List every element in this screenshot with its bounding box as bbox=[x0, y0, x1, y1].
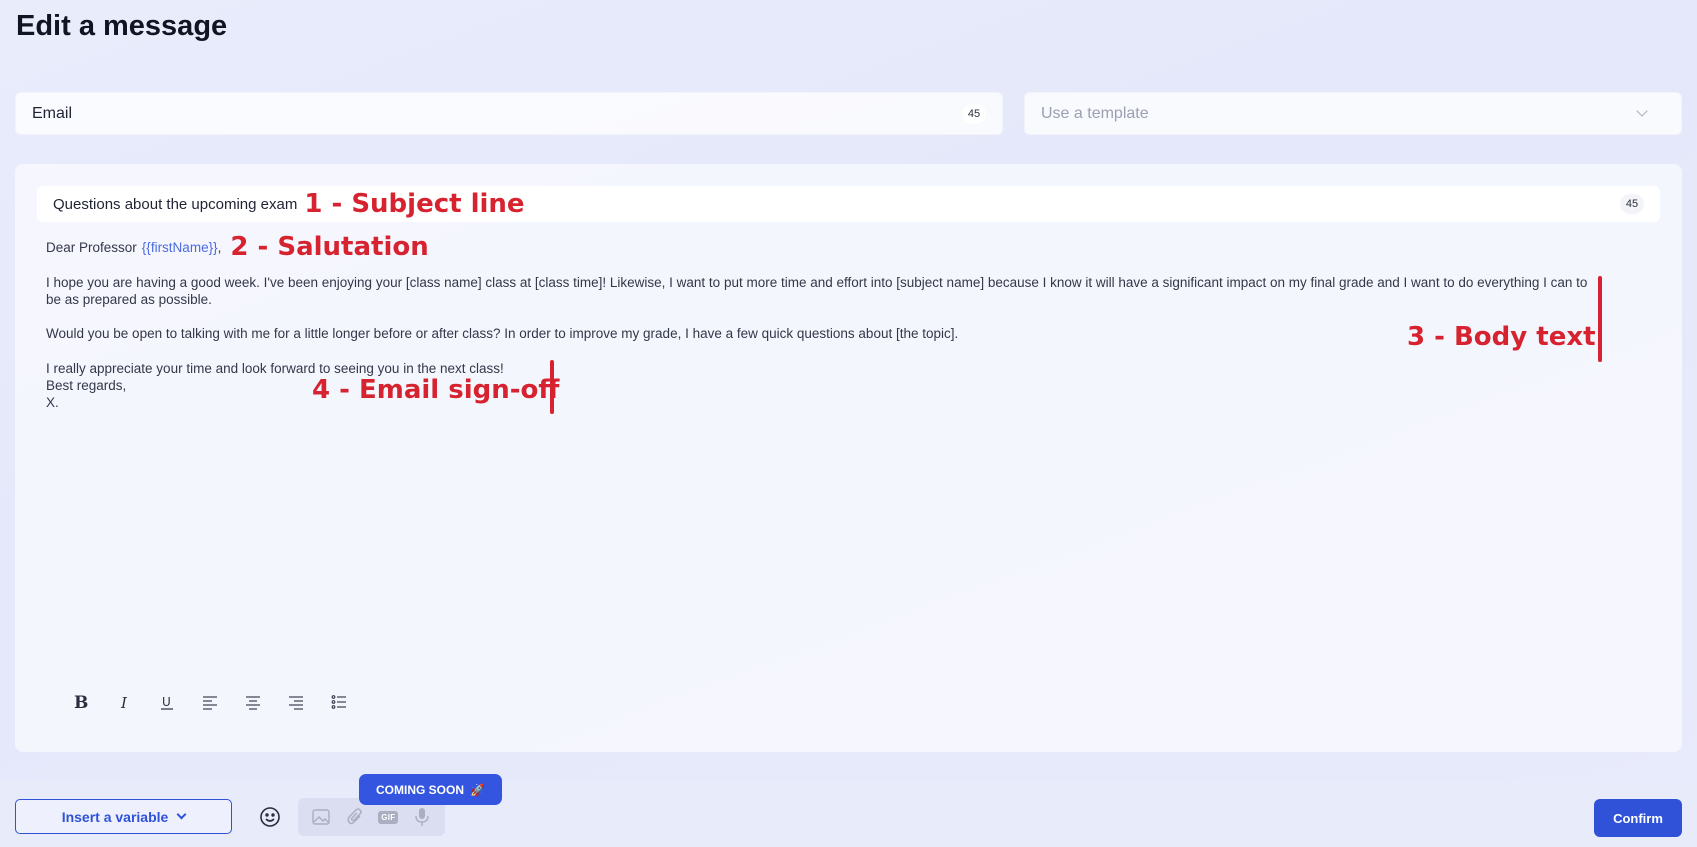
annotation-body-text: 3 - Body text bbox=[1407, 322, 1596, 352]
image-icon[interactable] bbox=[310, 806, 332, 828]
template-select[interactable]: Use a template bbox=[1024, 92, 1682, 135]
chevron-down-icon bbox=[1637, 109, 1647, 119]
annotation-email-signoff: 4 - Email sign-off bbox=[312, 375, 560, 405]
body-paragraph: I hope you are having a good week. I've … bbox=[46, 275, 1588, 307]
channel-field[interactable]: Email 45 bbox=[15, 92, 1003, 135]
emoji-icon[interactable] bbox=[258, 805, 282, 829]
gif-icon[interactable]: GIF bbox=[377, 806, 399, 828]
message-editor[interactable]: Questions about the upcoming exam 1 - Su… bbox=[15, 164, 1682, 752]
page-title: Edit a message bbox=[16, 10, 228, 42]
italic-icon[interactable]: I bbox=[102, 689, 145, 715]
attachment-icon[interactable] bbox=[344, 806, 366, 828]
align-center-icon[interactable] bbox=[231, 689, 274, 715]
insert-variable-button[interactable]: Insert a variable bbox=[15, 799, 232, 834]
subject-input[interactable]: Questions about the upcoming exam 1 - Su… bbox=[37, 186, 1660, 222]
body-text: I hope you are having a good week. I've … bbox=[46, 274, 1606, 342]
template-placeholder: Use a template bbox=[1041, 104, 1149, 122]
svg-text:I: I bbox=[120, 694, 128, 711]
format-toolbar: B I U bbox=[59, 689, 360, 715]
channel-value: Email bbox=[32, 104, 73, 122]
svg-text:U: U bbox=[162, 695, 171, 709]
bottom-action-bar bbox=[0, 781, 1697, 847]
underline-icon[interactable]: U bbox=[145, 689, 188, 715]
chevron-down-icon bbox=[176, 809, 187, 820]
insert-variable-label: Insert a variable bbox=[61, 808, 169, 825]
subject-character-count: 45 bbox=[1620, 194, 1644, 214]
annotation-salutation: 2 - Salutation bbox=[230, 232, 429, 262]
bullet-list-icon[interactable] bbox=[317, 689, 360, 715]
body-paragraph: Would you be open to talking with me for… bbox=[46, 326, 959, 341]
align-left-icon[interactable] bbox=[188, 689, 231, 715]
microphone-icon[interactable] bbox=[411, 806, 433, 828]
annotation-bar-signoff bbox=[550, 360, 554, 414]
channel-character-count: 45 bbox=[962, 103, 986, 124]
subject-text: Questions about the upcoming exam bbox=[53, 195, 298, 213]
bold-icon[interactable]: B bbox=[59, 689, 102, 715]
annotation-subject-line: 1 - Subject line bbox=[304, 189, 525, 219]
salutation-prefix: Dear Professor bbox=[46, 239, 137, 255]
coming-soon-label: COMING SOON bbox=[376, 782, 465, 797]
salutation-comma: , bbox=[217, 239, 222, 255]
coming-soon-badge: COMING SOON 🚀 bbox=[359, 774, 502, 805]
rocket-icon: 🚀 bbox=[470, 782, 485, 797]
confirm-button[interactable]: Confirm bbox=[1594, 799, 1682, 837]
first-name-variable: {{firstName}} bbox=[141, 239, 218, 255]
salutation-line: Dear Professor {{firstName}} , 2 - Salut… bbox=[46, 232, 429, 262]
svg-text:B: B bbox=[74, 693, 88, 711]
align-right-icon[interactable] bbox=[274, 689, 317, 715]
annotation-bar-body bbox=[1598, 276, 1602, 362]
